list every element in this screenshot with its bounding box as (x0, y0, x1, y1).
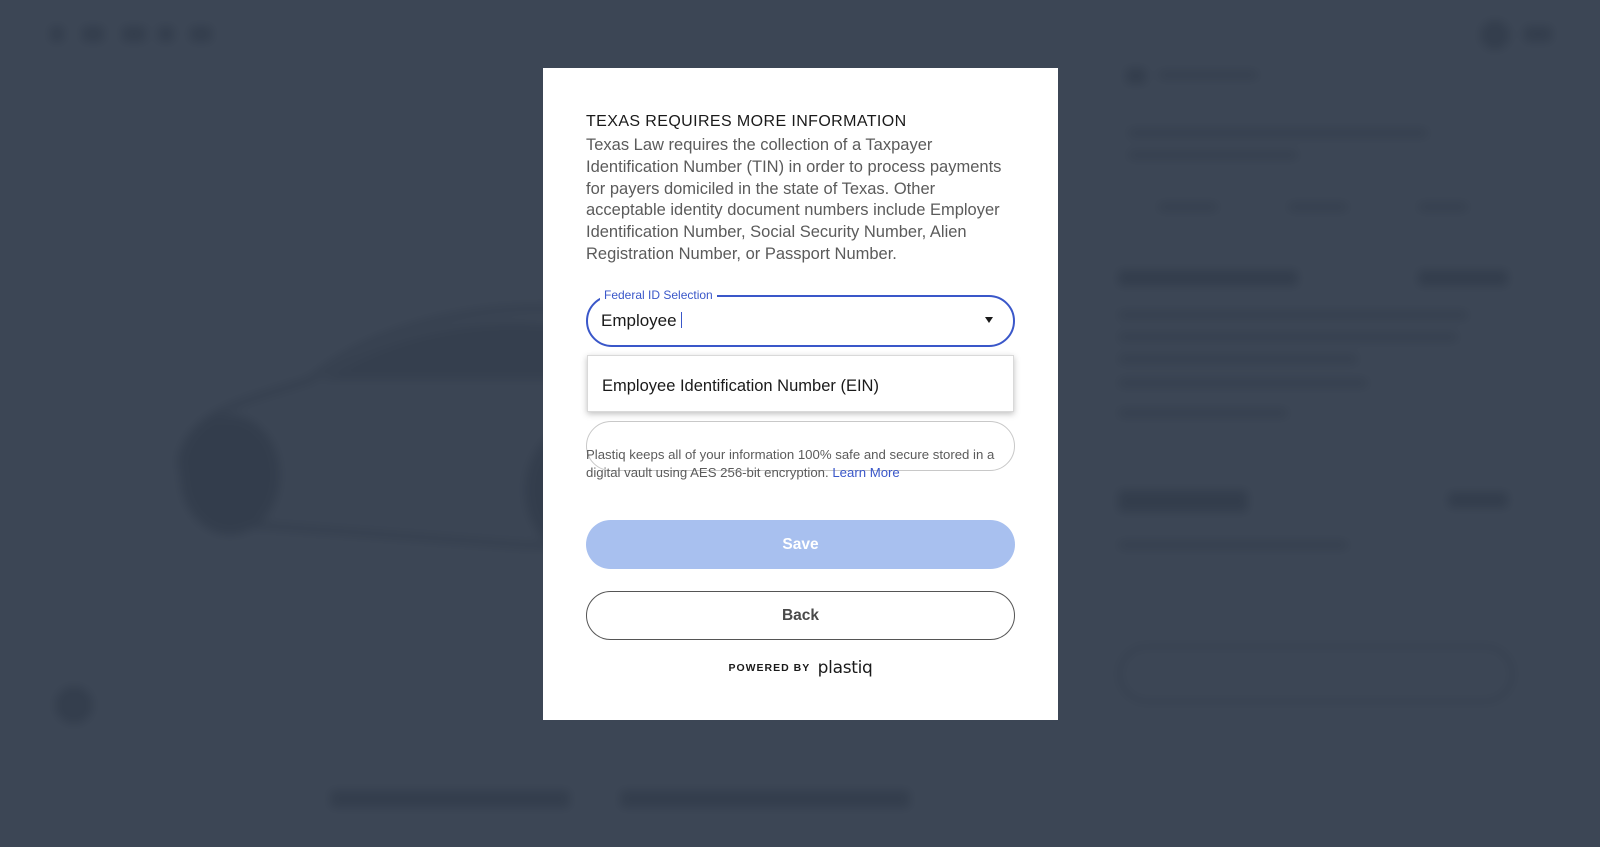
back-button[interactable]: Back (586, 591, 1015, 640)
powered-by-text: POWERED BY (728, 662, 811, 674)
federal-id-options-menu: Employee Identification Number (EIN) (587, 355, 1014, 412)
federal-id-input[interactable]: Employee (601, 309, 961, 333)
option-ein[interactable]: Employee Identification Number (EIN) (602, 376, 879, 396)
security-note: Plastiq keeps all of your information 10… (586, 447, 995, 480)
caret-down-icon[interactable] (985, 316, 993, 323)
modal-description: Texas Law requires the collection of a T… (586, 136, 1002, 263)
learn-more-link[interactable]: Learn More (832, 465, 899, 480)
save-button[interactable]: Save (586, 520, 1015, 569)
text-cursor (680, 311, 682, 328)
texas-info-modal: TEXAS REQUIRES MORE INFORMATION Texas La… (543, 68, 1058, 720)
federal-id-label: Federal ID Selection (600, 287, 717, 302)
powered-by-footer: POWERED BY plastiq (543, 658, 1058, 678)
modal-title: TEXAS REQUIRES MORE INFORMATION (586, 113, 907, 130)
plastiq-logo: plastiq (817, 658, 873, 678)
federal-id-select[interactable]: Federal ID Selection Employee (586, 287, 1015, 347)
